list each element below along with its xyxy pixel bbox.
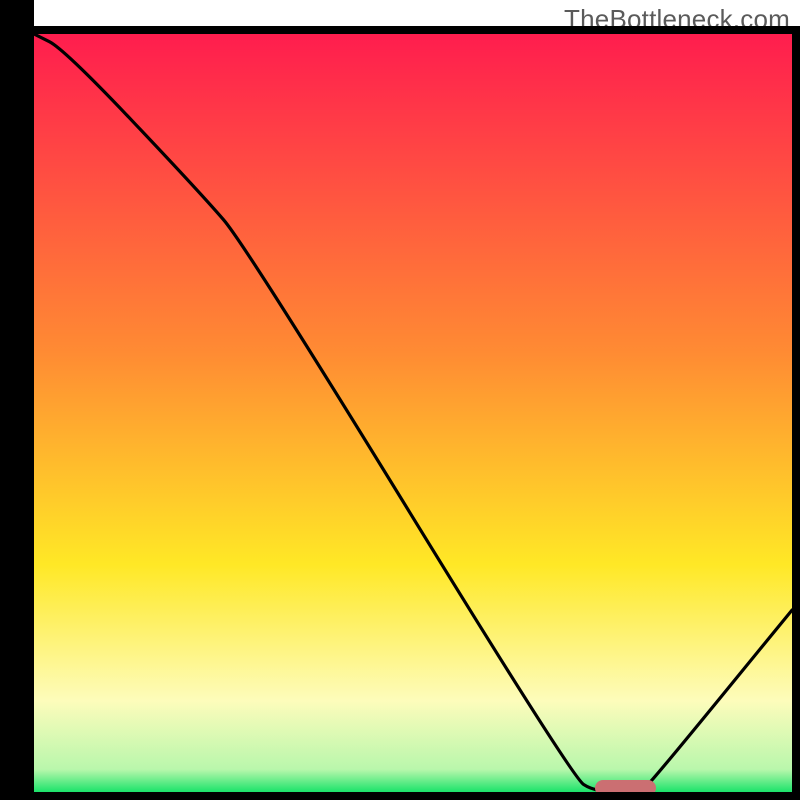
axis-right-edge bbox=[792, 34, 800, 800]
plot-area bbox=[34, 34, 792, 792]
axis-left bbox=[0, 0, 34, 800]
chart-svg bbox=[34, 34, 792, 792]
chart-stage: TheBottleneck.com bbox=[0, 0, 800, 800]
axis-top-edge bbox=[34, 26, 800, 34]
axis-bottom bbox=[0, 792, 800, 800]
gradient-background bbox=[34, 34, 792, 792]
